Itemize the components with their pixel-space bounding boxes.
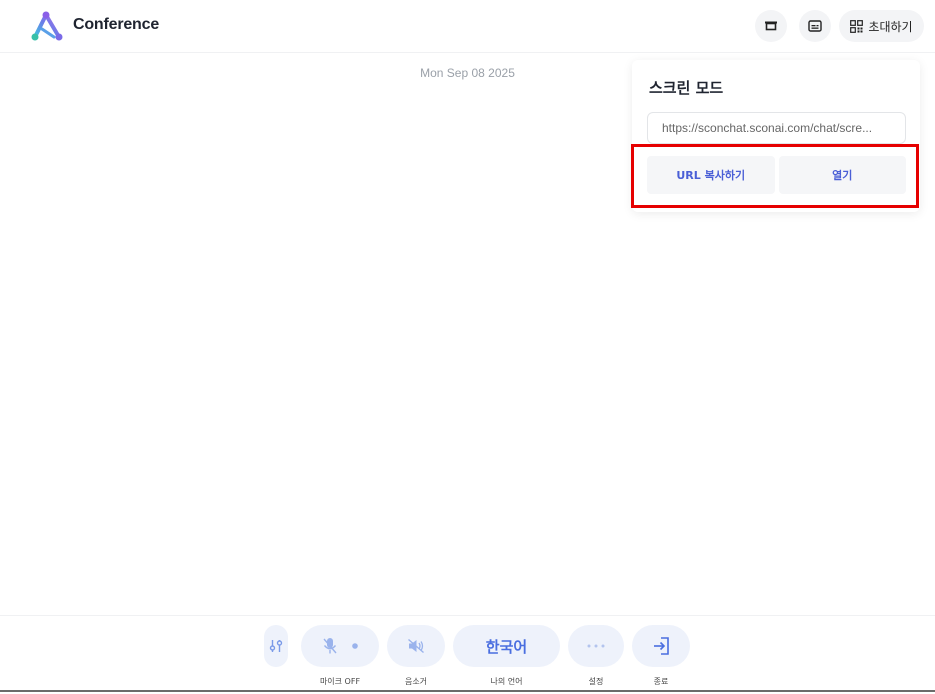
presentation-icon xyxy=(765,21,777,31)
conference-logo-icon xyxy=(31,11,63,41)
language-button[interactable]: 한국어 xyxy=(453,625,560,667)
audio-settings-button[interactable] xyxy=(264,625,288,667)
copy-url-button[interactable]: URL 복사하기 xyxy=(647,156,775,194)
qr-code-icon xyxy=(850,19,864,33)
bottom-divider xyxy=(0,690,935,692)
exit-label: 종료 xyxy=(653,677,669,686)
invite-button[interactable]: 초대하기 xyxy=(839,10,924,42)
screen-mode-popup: 스크린 모드 https://sconchat.sconai.com/chat/… xyxy=(632,60,920,212)
caption-icon xyxy=(808,20,822,32)
mic-level-dot-icon xyxy=(352,643,358,649)
caption-button[interactable] xyxy=(799,10,831,42)
mic-label: 마이크 OFF xyxy=(319,677,361,686)
popup-actions: URL 복사하기 열기 xyxy=(647,156,906,194)
speaker-mute-icon xyxy=(408,638,424,654)
settings-button[interactable] xyxy=(568,625,624,667)
popup-title: 스크린 모드 xyxy=(649,79,724,97)
language-value: 한국어 xyxy=(485,637,528,656)
mic-off-icon xyxy=(323,638,337,654)
settings-label: 설정 xyxy=(588,677,604,686)
invite-label: 초대하기 xyxy=(868,19,913,34)
screen-url-field[interactable]: https://sconchat.sconai.com/chat/scre... xyxy=(647,112,906,144)
language-label: 나의 언어 xyxy=(490,677,523,686)
mic-toggle-button[interactable] xyxy=(301,625,379,667)
exit-button[interactable] xyxy=(632,625,690,667)
bottom-toolbar: 마이크 OFF 음소거 한국어 나의 언어 설정 종료 xyxy=(0,615,935,694)
open-button[interactable]: 열기 xyxy=(778,156,906,194)
mute-label: 음소거 xyxy=(404,677,428,686)
app-title: Conference xyxy=(73,16,160,33)
mute-button[interactable] xyxy=(387,625,445,667)
sliders-icon xyxy=(269,640,283,652)
header: Conference 초대하기 xyxy=(0,0,935,53)
more-dots-icon xyxy=(587,644,605,648)
exit-icon xyxy=(654,637,669,655)
screen-mode-button[interactable] xyxy=(755,10,787,42)
